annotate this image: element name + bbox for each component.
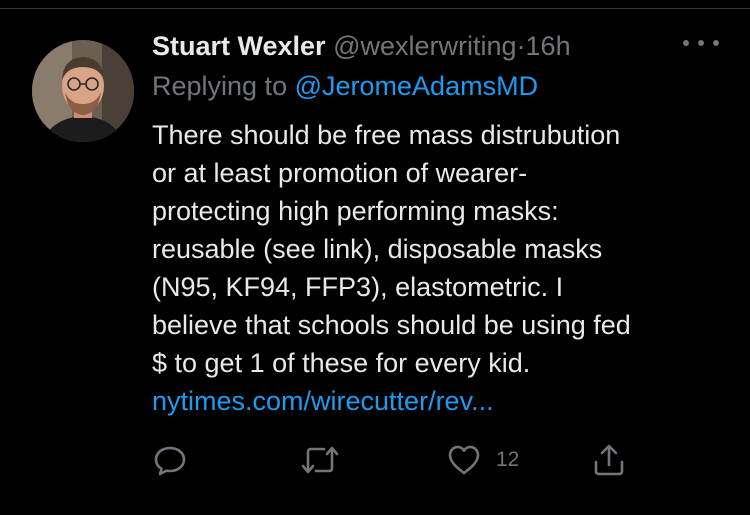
reply-label: Replying to [152,71,288,101]
retweet-button[interactable] [300,440,340,480]
tweet-header: Stuart Wexler @wexlerwriting·16h [152,28,652,64]
heart-icon [448,445,480,475]
avatar[interactable] [32,40,134,142]
share-button[interactable] [592,440,626,480]
divider [0,8,750,9]
reply-button[interactable] [152,440,188,480]
retweet-icon [301,446,339,474]
tweet-text-line: believe that schools should be using fed [152,310,631,340]
timestamp[interactable]: 16h [526,31,571,61]
author-name[interactable]: Stuart Wexler [152,31,326,61]
avatar-image [32,40,134,142]
tweet-text-line: (N95, KF94, FFP3), elastometric. I [152,272,564,302]
tweet-text-line: reusable (see link), disposable masks [152,234,603,264]
tweet-text-line: There should be free mass distrubution [152,120,621,150]
tweet-text-line: protecting high performing masks: [152,196,559,226]
like-count: 12 [496,448,520,471]
share-icon [594,444,624,476]
like-button[interactable]: 12 [446,440,519,480]
reply-context: Replying to @JeromeAdamsMD [152,68,538,104]
separator: · [516,31,526,61]
tweet-text-line: $ to get 1 of these for every kid. [152,348,531,378]
author-handle[interactable]: @wexlerwriting [333,31,516,61]
tweet[interactable]: Stuart Wexler @wexlerwriting·16h Replyin… [0,0,750,515]
tweet-text-line: or at least promotion of wearer- [152,158,528,188]
more-dots-icon[interactable] [683,28,719,58]
action-bar: 12 [152,440,642,480]
tweet-link[interactable]: nytimes.com/wirecutter/rev... [152,382,732,420]
tweet-text: There should be free mass distrubution o… [152,116,732,420]
reply-mention-link[interactable]: @JeromeAdamsMD [295,71,538,101]
comment-icon [154,446,186,476]
